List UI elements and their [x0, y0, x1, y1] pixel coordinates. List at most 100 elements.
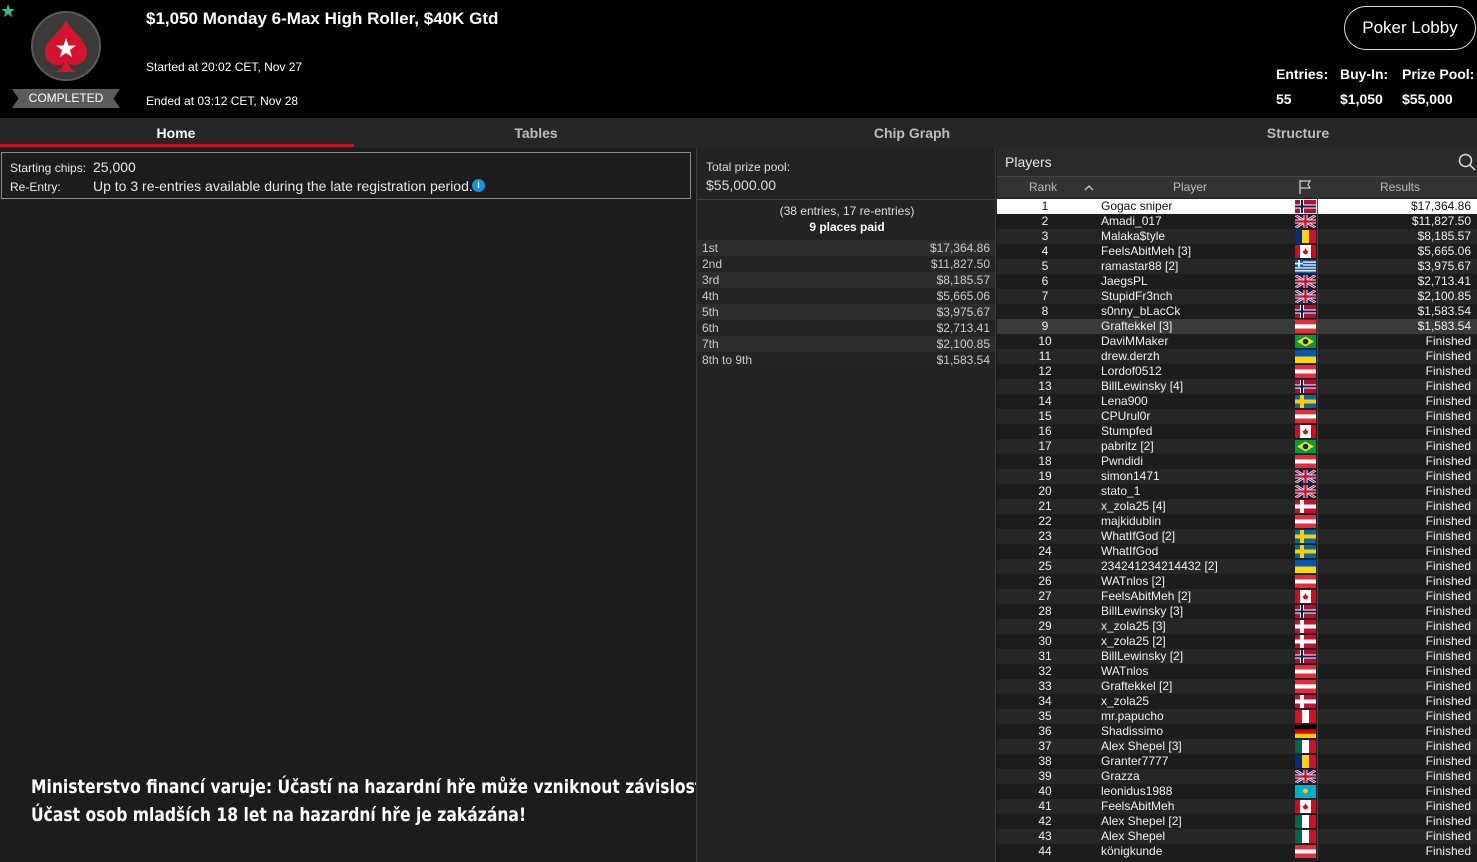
- player-row[interactable]: 21 x_zola25 [4] Finished: [997, 499, 1477, 514]
- player-row[interactable]: 16 Stumpfed Finished: [997, 424, 1477, 439]
- country-flag-icon-at: [1295, 365, 1316, 378]
- player-row[interactable]: 32 WATnlos Finished: [997, 664, 1477, 679]
- player-row[interactable]: 19 simon1471 Finished: [997, 468, 1477, 485]
- player-row[interactable]: 40 leonidus1988 Finished: [997, 784, 1477, 799]
- country-flag-icon-ua: [1295, 560, 1316, 573]
- player-row[interactable]: 3 Malaka$tyle $8,185.57: [997, 229, 1477, 244]
- player-result: Finished: [1425, 529, 1471, 543]
- player-rank: 40: [1038, 784, 1052, 798]
- total-prize-pool-value: $55,000.00: [706, 177, 777, 193]
- player-name: FeelsAbitMeh [3]: [1101, 244, 1192, 258]
- player-row[interactable]: 4 FeelsAbitMeh [3] $5,665.06: [997, 244, 1477, 259]
- player-rank: 27: [1038, 589, 1052, 603]
- info-icon[interactable]: i: [472, 179, 485, 192]
- tab-chip-graph[interactable]: Chip Graph: [736, 118, 1088, 148]
- player-result: $11,827.50: [1411, 214, 1471, 228]
- country-flag-icon-br: [1295, 440, 1316, 453]
- player-row[interactable]: 12 Lordof0512 Finished: [997, 364, 1477, 379]
- player-row[interactable]: 15 CPUrul0r Finished: [997, 409, 1477, 424]
- player-row[interactable]: 25 234241234214432 [2] Finished: [997, 559, 1477, 574]
- player-row[interactable]: 24 WhatIfGod Finished: [997, 544, 1477, 559]
- player-row[interactable]: 42 Alex Shepel [2] Finished: [997, 814, 1477, 829]
- player-rank: 26: [1038, 574, 1052, 588]
- column-divider: [1317, 229, 1318, 244]
- player-row[interactable]: 9 Graftekkel [3] $1,583.54: [997, 319, 1477, 334]
- player-row[interactable]: 29 x_zola25 [3] Finished: [997, 619, 1477, 634]
- player-row[interactable]: 31 BillLewinsky [2] Finished: [997, 649, 1477, 664]
- player-row[interactable]: 28 BillLewinsky [3] Finished: [997, 604, 1477, 619]
- tab-structure[interactable]: Structure: [1122, 118, 1474, 148]
- country-flag-icon-pe: [1295, 710, 1316, 723]
- column-divider: [1317, 829, 1318, 844]
- player-row[interactable]: 30 x_zola25 [2] Finished: [997, 634, 1477, 649]
- player-name: WATnlos: [1101, 664, 1149, 678]
- payout-amount: $3,975.67: [936, 305, 990, 319]
- country-flag-icon-ca: [1295, 425, 1316, 438]
- player-name: WhatIfGod [2]: [1101, 529, 1176, 543]
- player-row[interactable]: 36 Shadissimo Finished: [997, 724, 1477, 739]
- column-divider: [1317, 664, 1318, 679]
- player-row[interactable]: 33 Graftekkel [2] Finished: [997, 679, 1477, 694]
- search-icon[interactable]: [1458, 153, 1476, 176]
- column-divider: [1317, 754, 1318, 769]
- player-result: Finished: [1425, 484, 1471, 498]
- player-row[interactable]: 14 Lena900 Finished: [997, 394, 1477, 409]
- results-column-header[interactable]: Results: [1380, 180, 1420, 194]
- column-divider: [1317, 589, 1318, 604]
- player-row[interactable]: 7 StupidFr3nch $2,100.85: [997, 288, 1477, 305]
- prizepool-label: Prize Pool:: [1402, 66, 1475, 82]
- player-row[interactable]: 26 WATnlos [2] Finished: [997, 574, 1477, 589]
- player-row[interactable]: 10 DaviMMaker Finished: [997, 334, 1477, 349]
- player-result: $8,185.57: [1417, 229, 1471, 243]
- player-row[interactable]: 23 WhatIfGod [2] Finished: [997, 529, 1477, 544]
- player-name: stato_1: [1101, 484, 1141, 498]
- player-rank: 24: [1038, 544, 1052, 558]
- player-row[interactable]: 11 drew.derzh Finished: [997, 349, 1477, 364]
- player-row[interactable]: 43 Alex Shepel Finished: [997, 829, 1477, 844]
- country-flag-icon-at: [1295, 575, 1316, 588]
- player-column-header[interactable]: Player: [1173, 180, 1207, 194]
- player-row[interactable]: 34 x_zola25 Finished: [997, 694, 1477, 709]
- player-row[interactable]: 39 Grazza Finished: [997, 768, 1477, 785]
- player-rank: 17: [1038, 439, 1052, 453]
- player-rank: 8: [1041, 304, 1049, 318]
- player-result: $5,665.06: [1417, 244, 1471, 258]
- player-row[interactable]: 6 JaegsPL $2,713.41: [997, 273, 1477, 290]
- player-row[interactable]: 20 stato_1 Finished: [997, 483, 1477, 500]
- flag-column-icon[interactable]: [1297, 179, 1313, 198]
- reentry-label: Re-Entry:: [10, 180, 61, 194]
- player-row[interactable]: 8 s0nny_bLacCk $1,583.54: [997, 304, 1477, 319]
- player-row[interactable]: 17 pabritz [2] Finished: [997, 439, 1477, 454]
- prize-pool-panel: Total prize pool: $55,000.00 (38 entries…: [696, 148, 997, 862]
- player-name: Lordof0512: [1101, 364, 1162, 378]
- tab-bar: Home Tables Chip Graph Structure: [0, 118, 1477, 148]
- rank-column-header[interactable]: Rank: [1029, 180, 1057, 194]
- player-row[interactable]: 38 Granter7777 Finished: [997, 754, 1477, 769]
- player-row[interactable]: 13 BillLewinsky [4] Finished: [997, 379, 1477, 394]
- country-flag-icon-ca: [1295, 590, 1316, 603]
- player-row[interactable]: 27 FeelsAbitMeh [2] Finished: [997, 589, 1477, 604]
- player-row[interactable]: 22 majkidublin Finished: [997, 514, 1477, 529]
- player-row[interactable]: 18 Pwndidi Finished: [997, 454, 1477, 469]
- poker-lobby-button[interactable]: Poker Lobby: [1344, 6, 1476, 50]
- payout-place: 2nd: [702, 257, 723, 271]
- player-row[interactable]: 1 Gogac sniper $17,364.86: [997, 199, 1477, 214]
- sort-ascending-icon[interactable]: [1084, 177, 1094, 200]
- buyin-label: Buy-In:: [1340, 66, 1389, 82]
- player-row[interactable]: 35 mr.papucho Finished: [997, 709, 1477, 724]
- player-row[interactable]: 41 FeelsAbitMeh Finished: [997, 799, 1477, 814]
- player-row[interactable]: 2 Amadi_017 $11,827.50: [997, 213, 1477, 230]
- player-result: $2,713.41: [1417, 274, 1471, 288]
- country-flag-icon-gb: [1294, 213, 1317, 230]
- player-rank: 29: [1038, 619, 1052, 633]
- player-row[interactable]: 5 ramastar88 [2] $3,975.67: [997, 259, 1477, 274]
- player-row[interactable]: 44 königkunde Finished: [997, 844, 1477, 859]
- player-name: JaegsPL: [1101, 274, 1148, 288]
- player-rank: 31: [1038, 649, 1052, 663]
- player-result: Finished: [1425, 409, 1471, 423]
- player-row[interactable]: 37 Alex Shepel [3] Finished: [997, 739, 1477, 754]
- tab-tables[interactable]: Tables: [360, 118, 712, 148]
- player-rank: 3: [1041, 229, 1049, 243]
- favorite-star-icon[interactable]: ★: [0, 2, 16, 20]
- player-name: Alex Shepel [3]: [1101, 739, 1182, 753]
